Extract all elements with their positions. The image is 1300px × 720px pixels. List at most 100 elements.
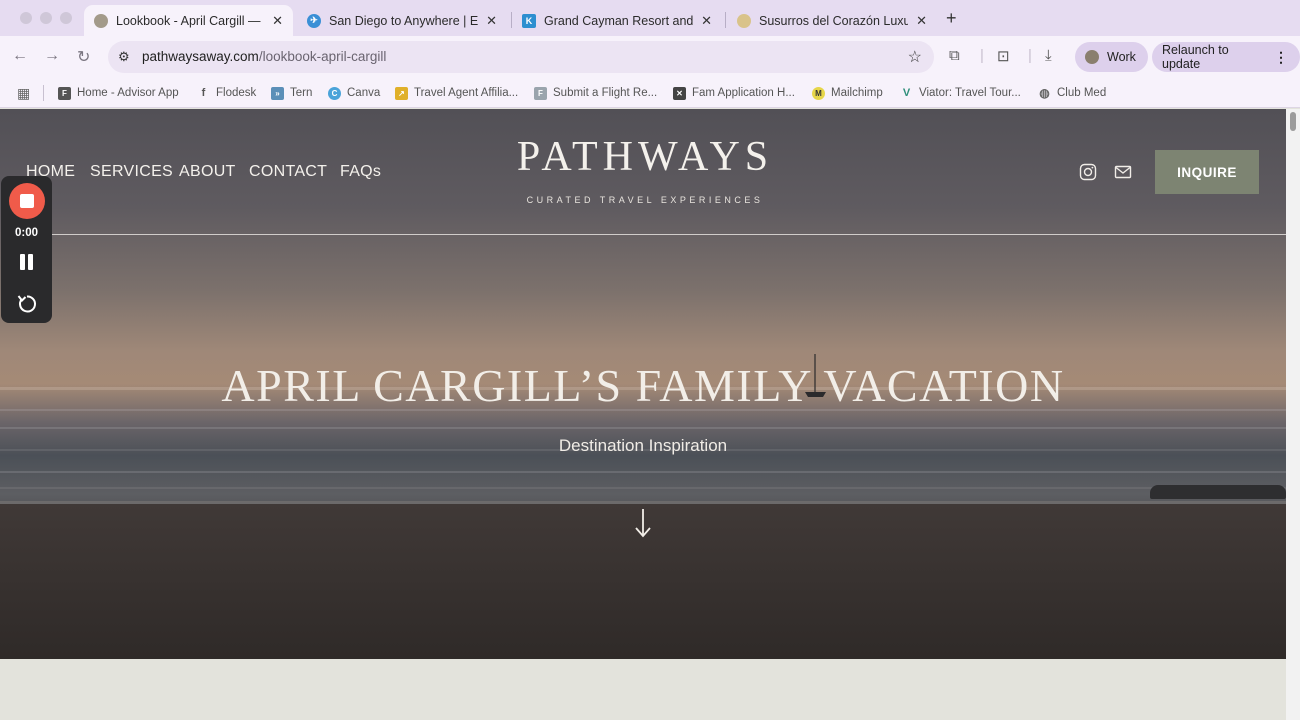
stop-recording-button[interactable] bbox=[9, 183, 45, 219]
menu-kebab-icon[interactable]: ⋮ bbox=[1274, 49, 1288, 66]
wave-line bbox=[0, 427, 1286, 429]
bookmarks-divider bbox=[43, 85, 44, 101]
recording-timer: 0:00 bbox=[14, 227, 39, 239]
bookmark-item[interactable]: ↗ Travel Agent Affilia... bbox=[395, 83, 518, 103]
next-section bbox=[0, 659, 1286, 720]
tab-close-icon[interactable]: ✕ bbox=[486, 13, 497, 29]
bookmark-label: Submit a Flight Re... bbox=[553, 87, 658, 99]
forward-icon[interactable]: → bbox=[44, 47, 60, 65]
browser-tab-4[interactable]: Susurros del Corazón Luxury ✕ bbox=[727, 5, 937, 36]
window-close-dot[interactable] bbox=[20, 12, 32, 24]
bookmark-item[interactable]: C Canva bbox=[328, 83, 380, 103]
pause-icon[interactable] bbox=[19, 254, 35, 270]
inquire-button[interactable]: INQUIRE bbox=[1155, 150, 1259, 194]
tab-title: Lookbook - April Cargill — Pat bbox=[116, 13, 264, 28]
url-domain: pathwaysaway.com bbox=[142, 49, 259, 64]
download-icon[interactable]: ⤓ bbox=[1045, 47, 1052, 64]
profile-label: Work bbox=[1107, 50, 1136, 64]
bookmark-item[interactable]: M Mailchimp bbox=[812, 83, 883, 103]
tab-close-icon[interactable]: ✕ bbox=[272, 13, 283, 29]
bookmark-label: Travel Agent Affilia... bbox=[414, 87, 519, 99]
bookmark-label: Fam Application H... bbox=[692, 87, 795, 99]
browser-tab-3[interactable]: K Grand Cayman Resort and Sp ✕ bbox=[512, 5, 722, 36]
bookmark-favicon: ◍ bbox=[1039, 86, 1050, 100]
screen-recorder-panel: 0:00 bbox=[1, 176, 52, 323]
apps-grid-icon[interactable]: ▦ bbox=[17, 85, 30, 102]
profile-avatar bbox=[1085, 50, 1099, 64]
tab-favicon bbox=[737, 13, 751, 28]
address-bar[interactable]: ⚙ pathwaysaway.com/lookbook-april-cargil… bbox=[108, 41, 934, 73]
browser-tab-1[interactable]: Lookbook - April Cargill — Pat ✕ bbox=[84, 5, 293, 36]
bookmark-favicon: f bbox=[201, 87, 206, 99]
url-text[interactable]: pathwaysaway.com/lookbook-april-cargill bbox=[142, 49, 386, 64]
browser-tab-2[interactable]: ✈ San Diego to Anywhere | Expl ✕ bbox=[297, 5, 507, 36]
relaunch-label: Relaunch to update bbox=[1162, 43, 1229, 71]
wave-line bbox=[0, 471, 1286, 473]
site-tagline: CURATED TRAVEL EXPERIENCES bbox=[526, 195, 764, 205]
new-tab-icon[interactable]: + bbox=[946, 8, 957, 29]
bookmark-label: Tern bbox=[290, 87, 313, 99]
bookmark-star-icon[interactable]: ☆ bbox=[908, 47, 922, 67]
bookmark-label: Viator: Travel Tour... bbox=[919, 87, 1021, 99]
browser-toolbar: ← → ↻ ⚙ pathwaysaway.com/lookbook-april-… bbox=[0, 36, 1300, 78]
bookmark-favicon: C bbox=[328, 86, 341, 100]
restart-icon[interactable] bbox=[16, 293, 38, 315]
tab-favicon: K bbox=[522, 13, 536, 28]
bookmark-favicon: F bbox=[58, 86, 71, 100]
bookmark-label: Mailchimp bbox=[831, 87, 883, 99]
bookmark-item[interactable]: » Tern bbox=[271, 83, 312, 103]
bookmark-label: Club Med bbox=[1057, 87, 1107, 99]
bookmark-item[interactable]: V Viator: Travel Tour... bbox=[900, 83, 1021, 103]
window-zoom-dot[interactable] bbox=[60, 12, 72, 24]
bookmark-favicon: ↗ bbox=[395, 86, 408, 100]
tab-favicon: ✈ bbox=[307, 13, 321, 28]
page-scrollbar[interactable] bbox=[1286, 109, 1300, 720]
hero-title: APRIL CARGILL’S FAMILY VACATION bbox=[221, 360, 1065, 411]
mail-icon[interactable] bbox=[1114, 163, 1132, 181]
bookmark-favicon: ✕ bbox=[673, 86, 686, 100]
hero-subtitle: Destination Inspiration bbox=[558, 436, 728, 455]
tab-strip: Lookbook - April Cargill — Pat ✕ ✈ San D… bbox=[0, 0, 1300, 36]
nav-contact[interactable]: CONTACT bbox=[249, 163, 327, 181]
shore-rocks bbox=[1150, 485, 1286, 499]
url-path: /lookbook-april-cargill bbox=[258, 49, 387, 64]
instagram-icon[interactable] bbox=[1079, 163, 1097, 181]
down-arrow-icon[interactable] bbox=[633, 507, 653, 539]
bookmark-favicon: F bbox=[534, 86, 547, 100]
tab-title: Grand Cayman Resort and Sp bbox=[544, 13, 694, 28]
tab-title: Susurros del Corazón Luxury bbox=[759, 13, 909, 28]
back-icon[interactable]: ← bbox=[12, 47, 28, 65]
scrollbar-thumb[interactable] bbox=[1290, 112, 1296, 131]
window-minimize-dot[interactable] bbox=[40, 12, 52, 24]
bookmark-item[interactable]: F Submit a Flight Re... bbox=[534, 83, 657, 103]
tab-close-icon[interactable]: ✕ bbox=[701, 13, 712, 29]
toolbar-divider: | bbox=[1028, 47, 1032, 64]
extensions-icon[interactable]: ⧉ bbox=[949, 47, 960, 64]
profile-button[interactable]: Work bbox=[1075, 42, 1148, 72]
nav-about[interactable]: ABOUT bbox=[179, 163, 236, 181]
bookmark-item[interactable]: ✕ Fam Application H... bbox=[673, 83, 795, 103]
bookmark-label: Home - Advisor App bbox=[77, 87, 179, 99]
bookmark-favicon: V bbox=[902, 87, 911, 99]
bookmark-favicon: » bbox=[271, 86, 284, 100]
bookmark-item[interactable]: f Flodesk bbox=[197, 83, 257, 103]
relaunch-button[interactable]: Relaunch to update ⋮ bbox=[1152, 42, 1300, 72]
hero-section: HOME SERVICES ABOUT CONTACT FAQs PATHWAY… bbox=[0, 109, 1286, 659]
site-logo[interactable]: PATHWAYS bbox=[505, 133, 785, 181]
tab-close-icon[interactable]: ✕ bbox=[916, 13, 927, 29]
bookmark-item[interactable]: ◍ Club Med bbox=[1038, 83, 1106, 103]
tab-favicon bbox=[94, 13, 108, 28]
tab-separator bbox=[725, 12, 726, 28]
nav-services[interactable]: SERVICES bbox=[90, 163, 173, 181]
site-settings-icon[interactable]: ⚙ bbox=[118, 49, 130, 65]
bookmark-item[interactable]: F Home - Advisor App bbox=[58, 83, 179, 103]
header-divider bbox=[50, 234, 1286, 235]
reload-icon[interactable]: ↻ bbox=[77, 47, 90, 67]
tab-title: San Diego to Anywhere | Expl bbox=[329, 13, 479, 28]
bookmarks-bar: ▦ F Home - Advisor App f Flodesk » Tern … bbox=[0, 78, 1300, 108]
bookmark-label: Flodesk bbox=[216, 87, 257, 99]
nav-faqs[interactable]: FAQs bbox=[340, 163, 381, 181]
toolbar-divider: | bbox=[980, 47, 984, 64]
screen-search-icon[interactable]: ⊡ bbox=[997, 47, 1010, 65]
bookmark-label: Canva bbox=[347, 87, 381, 99]
